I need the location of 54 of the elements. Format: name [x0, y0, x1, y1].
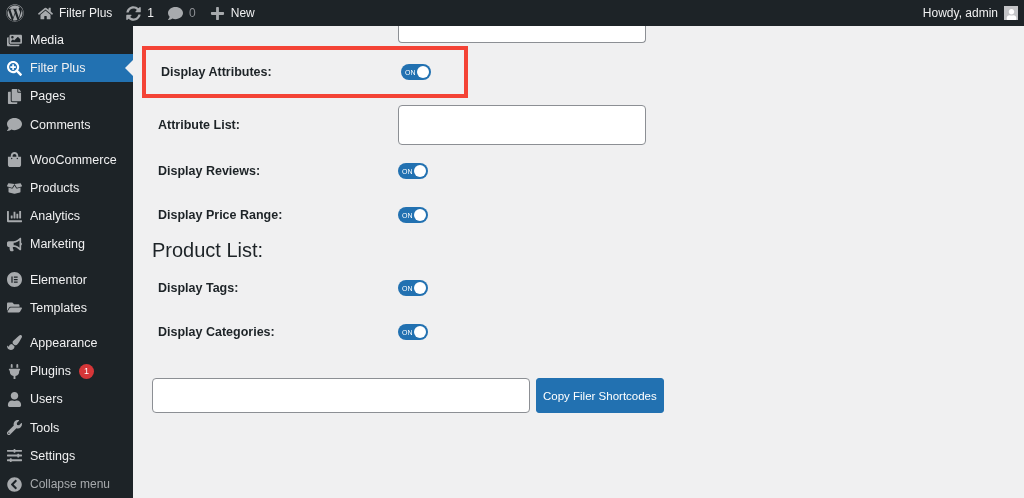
setting-label: Display Reviews: [158, 164, 262, 178]
collapse-icon [7, 476, 22, 492]
section-heading: Product List: [152, 239, 265, 262]
sidebar-item[interactable]: WooCommerce [0, 145, 133, 174]
setting-label: Display Price Range: [158, 208, 284, 222]
menu-icon [7, 448, 22, 464]
sidebar-item[interactable]: Products [0, 173, 133, 203]
wordpress-logo-icon[interactable] [6, 4, 24, 22]
home-icon[interactable] [38, 5, 53, 21]
menu-icon [7, 117, 22, 133]
menu-icon [7, 180, 22, 196]
refresh-icon[interactable] [126, 5, 142, 21]
sidebar-item[interactable]: Comments [0, 110, 133, 139]
menu-icon [7, 363, 22, 379]
sidebar-item[interactable]: Tools [0, 413, 133, 442]
collapse-menu-button[interactable]: Collapse menu [0, 476, 133, 492]
setting-label: Attribute List: [158, 118, 241, 132]
menu-icon [7, 300, 22, 316]
menu-icon [7, 335, 22, 351]
menu-icon [7, 420, 22, 436]
sidebar-item[interactable]: Analytics [0, 202, 133, 231]
site-name-link[interactable]: Filter Plus [59, 6, 113, 20]
sidebar-item[interactable]: Filter Plus [0, 54, 133, 83]
sidebar-item[interactable]: Media [0, 26, 133, 55]
menu-icon [7, 152, 22, 168]
sidebar-item[interactable]: Users [0, 385, 133, 414]
setting-label: Display Tags: [158, 281, 240, 295]
menu-icon [7, 88, 22, 104]
sidebar-item[interactable]: Marketing [0, 230, 133, 259]
sidebar-item[interactable]: Appearance [0, 328, 133, 358]
menu-icon [7, 236, 22, 252]
setting-label: Display Attributes: [161, 65, 273, 79]
menu-icon [7, 32, 22, 48]
setting-label: Display Categories: [158, 325, 276, 339]
greeting-link[interactable]: Howdy, admin [922, 6, 998, 20]
copy-shortcodes-button[interactable]: Copy Filer Shortcodes [536, 378, 664, 413]
sidebar-item[interactable]: Elementor [0, 265, 133, 294]
sidebar-item[interactable]: Plugins 1 [0, 357, 133, 386]
input-field[interactable] [398, 26, 646, 43]
new-link[interactable]: New [230, 6, 255, 20]
menu-icon [7, 208, 22, 224]
sidebar-item[interactable]: Settings [0, 441, 133, 470]
menu-icon [7, 391, 22, 407]
input-field[interactable] [398, 105, 646, 145]
sidebar-item[interactable]: Pages [0, 82, 133, 111]
menu-icon [7, 60, 22, 76]
shortcode-field[interactable] [152, 378, 530, 413]
comments-count[interactable]: 0 [189, 6, 196, 20]
comment-icon[interactable] [168, 5, 184, 21]
sidebar-item[interactable]: Templates [0, 293, 133, 322]
plus-icon[interactable] [209, 5, 225, 21]
count-badge: 1 [79, 363, 94, 379]
menu-icon [7, 272, 22, 288]
updates-count[interactable]: 1 [147, 6, 155, 20]
